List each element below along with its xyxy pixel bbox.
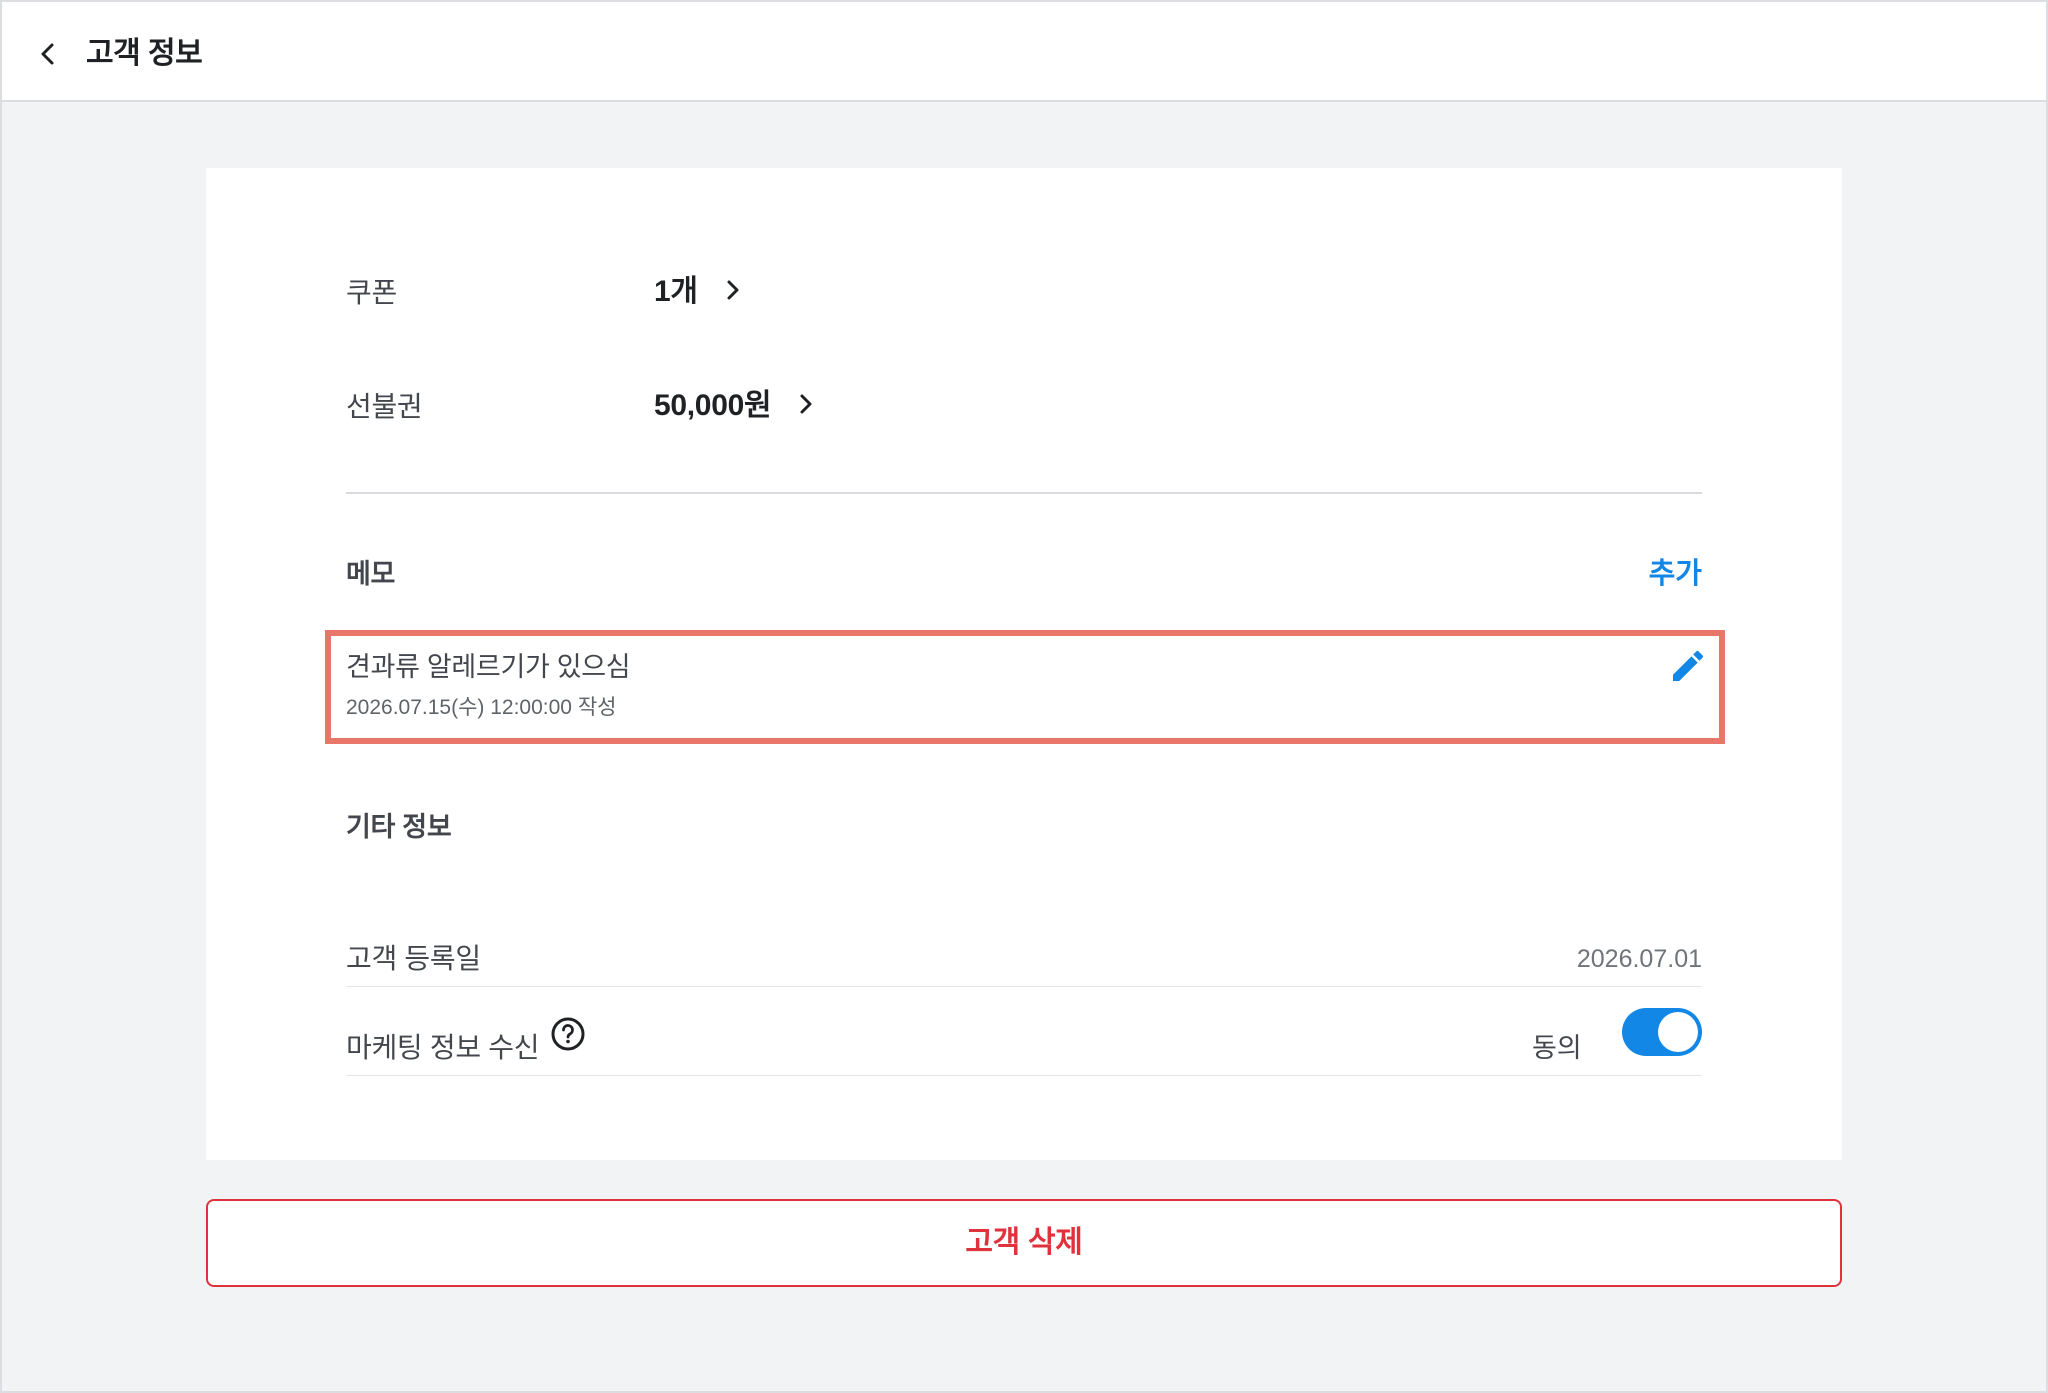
pencil-icon <box>1673 650 1704 681</box>
delete-customer-button[interactable]: 고객 삭제 <box>206 1199 1842 1287</box>
back-button[interactable] <box>34 32 66 76</box>
question-circle-icon <box>551 1017 585 1051</box>
marketing-consent-status: 동의 <box>1532 1033 1582 1063</box>
help-icon[interactable] <box>550 1016 586 1052</box>
other-info-section-title: 기타 정보 <box>346 812 452 842</box>
memo-section-title: 메모 <box>346 559 396 589</box>
prepaid-value: 50,000원 <box>654 389 772 422</box>
memo-highlight-box <box>325 630 1725 744</box>
add-memo-button[interactable]: 추가 <box>1649 556 1702 592</box>
row-divider <box>346 986 1702 987</box>
edit-memo-button[interactable] <box>1668 646 1708 686</box>
prepaid-label: 선불권 <box>346 391 423 422</box>
top-header: 고객 정보 <box>2 2 2046 102</box>
prepaid-link[interactable]: 50,000원 <box>654 388 813 424</box>
registration-date-value: 2026.07.01 <box>1576 945 1702 973</box>
chevron-right-icon <box>727 280 739 300</box>
memo-date: 2026.07.15(수) 12:00:00 작성 <box>346 696 617 719</box>
registration-date-label: 고객 등록일 <box>346 943 481 974</box>
memo-text: 견과류 알레르기가 있으심 <box>346 652 631 682</box>
coupon-label: 쿠폰 <box>346 277 397 308</box>
chevron-left-icon <box>41 43 54 65</box>
marketing-consent-label: 마케팅 정보 수신 <box>346 1032 540 1063</box>
toggle-knob <box>1658 1012 1698 1052</box>
marketing-consent-toggle[interactable] <box>1622 1008 1702 1056</box>
row-divider <box>346 1075 1702 1076</box>
coupon-link[interactable]: 1개 <box>654 274 740 310</box>
delete-customer-label: 고객 삭제 <box>965 1226 1083 1259</box>
page-title: 고객 정보 <box>86 37 203 70</box>
chevron-right-icon <box>800 394 812 414</box>
customer-info-card: 쿠폰 1개 선불권 50,000원 메모 추가 견과류 알레르기가 있으심 20… <box>206 168 1842 1160</box>
coupon-value: 1개 <box>654 275 698 308</box>
section-divider <box>346 492 1702 494</box>
